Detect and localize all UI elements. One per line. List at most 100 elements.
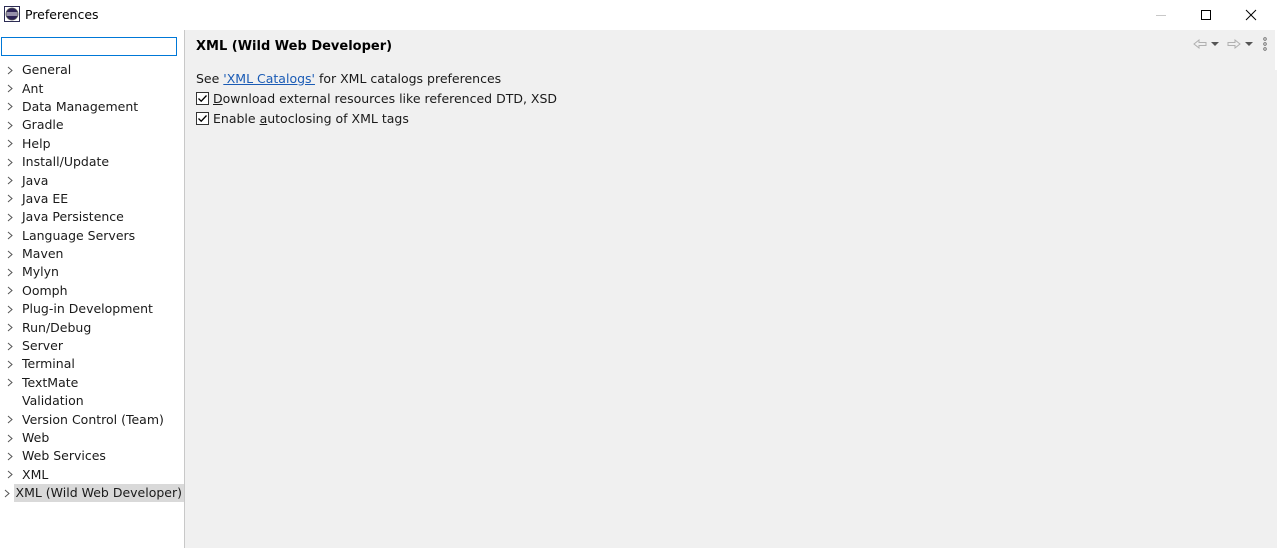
- chevron-right-icon[interactable]: [0, 153, 20, 171]
- tree-item-server[interactable]: Server: [0, 337, 184, 355]
- chevron-right-icon[interactable]: [0, 484, 14, 502]
- tree-item-label: Web: [22, 430, 50, 445]
- chevron-right-icon[interactable]: [0, 447, 20, 465]
- tree-item-label: Plug-in Development: [22, 301, 153, 317]
- tree-item-label: XML: [22, 466, 49, 482]
- tree-item-label: Terminal: [22, 356, 75, 372]
- chevron-right-icon[interactable]: [0, 172, 20, 190]
- tree-item-label: Run/Debug: [22, 319, 92, 335]
- tree-item-textmate[interactable]: TextMate: [0, 374, 184, 392]
- tree-item-label: Mylyn: [22, 264, 59, 280]
- tree-item-label: Java Persistence: [22, 209, 124, 225]
- tree-item-install-update[interactable]: Install/Update: [0, 153, 184, 171]
- filter-input[interactable]: [1, 37, 177, 56]
- tree-item-ant[interactable]: Ant: [0, 79, 184, 97]
- tree-item-label: TextMate: [22, 374, 79, 390]
- chevron-right-icon[interactable]: [0, 116, 20, 134]
- view-menu-icon[interactable]: [1263, 37, 1267, 51]
- chevron-right-icon[interactable]: [0, 429, 20, 447]
- forward-arrow-icon[interactable]: [1227, 39, 1241, 49]
- autoclosing-checkbox[interactable]: [196, 111, 209, 125]
- minimize-button[interactable]: [1138, 0, 1184, 30]
- tree-item-web-services[interactable]: Web Services: [0, 447, 184, 465]
- tree-item-label: Version Control (Team): [22, 411, 164, 427]
- tree-item-label: Ant: [22, 80, 44, 96]
- chevron-right-icon[interactable]: [0, 227, 20, 245]
- chevron-right-icon[interactable]: [0, 319, 20, 337]
- tree-item-oomph[interactable]: Oomph: [0, 282, 184, 300]
- chevron-right-icon[interactable]: [0, 61, 20, 79]
- tree-item-label: Gradle: [22, 117, 64, 133]
- chevron-right-icon[interactable]: [0, 300, 20, 318]
- checkmark-icon: [198, 94, 207, 102]
- chevron-right-icon[interactable]: [0, 208, 20, 226]
- chevron-right-icon[interactable]: [0, 263, 20, 281]
- page-content: See 'XML Catalogs' for XML catalogs pref…: [196, 68, 557, 128]
- tree-item-xml-wild-web-developer[interactable]: XML (Wild Web Developer): [0, 484, 184, 503]
- tree-item-gradle[interactable]: Gradle: [0, 116, 184, 134]
- preferences-tree-pane: General Ant Data Management Gradle Help Insta…: [0, 30, 185, 548]
- checkmark-icon: [198, 114, 207, 122]
- chevron-right-icon[interactable]: [0, 98, 20, 116]
- back-arrow-icon[interactable]: [1193, 39, 1207, 49]
- tree-item-label: Language Servers: [22, 227, 136, 243]
- chevron-right-icon[interactable]: [0, 355, 20, 373]
- download-resources-checkbox-row[interactable]: Download external resources like referen…: [196, 88, 557, 108]
- download-resources-checkbox[interactable]: [196, 91, 209, 105]
- tree-item-version-control-team[interactable]: Version Control (Team): [0, 410, 184, 428]
- chevron-right-icon[interactable]: [0, 337, 20, 355]
- title-bar: Preferences: [0, 0, 1277, 30]
- tree-item-label: Maven: [22, 246, 64, 262]
- tree-item-java-ee[interactable]: Java EE: [0, 190, 184, 208]
- tree-item-data-management[interactable]: Data Management: [0, 98, 184, 116]
- tree-item-language-servers[interactable]: Language Servers: [0, 227, 184, 245]
- tree-item-general[interactable]: General: [0, 61, 184, 79]
- chevron-right-icon[interactable]: [0, 466, 20, 484]
- chevron-right-icon[interactable]: [0, 190, 20, 208]
- tree-item-java[interactable]: Java: [0, 171, 184, 189]
- tree-item-validation[interactable]: Validation: [0, 392, 184, 410]
- xml-catalogs-link[interactable]: 'XML Catalogs': [223, 71, 315, 86]
- tree-item-mylyn[interactable]: Mylyn: [0, 263, 184, 281]
- tree-item-maven[interactable]: Maven: [0, 245, 184, 263]
- chevron-right-icon[interactable]: [0, 80, 20, 98]
- see-suffix-text: for XML catalogs preferences: [314, 70, 502, 86]
- tree-item-run-debug[interactable]: Run/Debug: [0, 318, 184, 336]
- catalogs-line: See 'XML Catalogs' for XML catalogs pref…: [196, 68, 557, 88]
- close-button[interactable]: [1228, 0, 1274, 30]
- eclipse-icon: [4, 6, 20, 22]
- chevron-right-icon[interactable]: [0, 374, 20, 392]
- tree-item-label: Install/Update: [22, 154, 110, 170]
- back-dropdown-icon[interactable]: [1211, 41, 1219, 47]
- tree-item-label: Oomph: [22, 282, 68, 298]
- tree-item-label: General: [22, 62, 72, 78]
- chevron-right-icon[interactable]: [0, 411, 20, 429]
- download-resources-label: Download external resources like referen…: [213, 90, 558, 106]
- window-title: Preferences: [25, 7, 99, 22]
- tree-item-label: Data Management: [22, 98, 139, 114]
- tree-item-java-persistence[interactable]: Java Persistence: [0, 208, 184, 226]
- preference-page: XML (Wild Web Developer) See 'XML Catalo…: [186, 30, 1277, 548]
- tree-item-label: XML (Wild Web Developer): [13, 484, 184, 503]
- chevron-right-icon[interactable]: [0, 245, 20, 263]
- autoclosing-checkbox-row[interactable]: Enable autoclosing of XML tags: [196, 108, 557, 128]
- maximize-icon: [1201, 10, 1211, 20]
- close-icon: [1245, 9, 1257, 21]
- tree-item-label: Server: [22, 338, 63, 354]
- chevron-right-icon[interactable]: [0, 135, 20, 153]
- minimize-icon: [1156, 15, 1166, 16]
- tree-item-label: Java: [22, 172, 49, 188]
- tree-item-plug-in-development[interactable]: Plug-in Development: [0, 300, 184, 318]
- page-header: XML (Wild Web Developer): [186, 30, 1277, 62]
- tree-item-label: Validation: [22, 393, 84, 409]
- maximize-button[interactable]: [1183, 0, 1229, 30]
- tree-item-terminal[interactable]: Terminal: [0, 355, 184, 373]
- tree-item-label: Help: [22, 135, 51, 151]
- tree-item-help[interactable]: Help: [0, 135, 184, 153]
- tree-item-label: Web Services: [22, 448, 106, 464]
- tree-item-xml[interactable]: XML: [0, 466, 184, 484]
- preferences-tree: General Ant Data Management Gradle Help Insta…: [0, 61, 184, 503]
- forward-dropdown-icon[interactable]: [1245, 41, 1253, 47]
- tree-item-web[interactable]: Web: [0, 429, 184, 447]
- chevron-right-icon[interactable]: [0, 282, 20, 300]
